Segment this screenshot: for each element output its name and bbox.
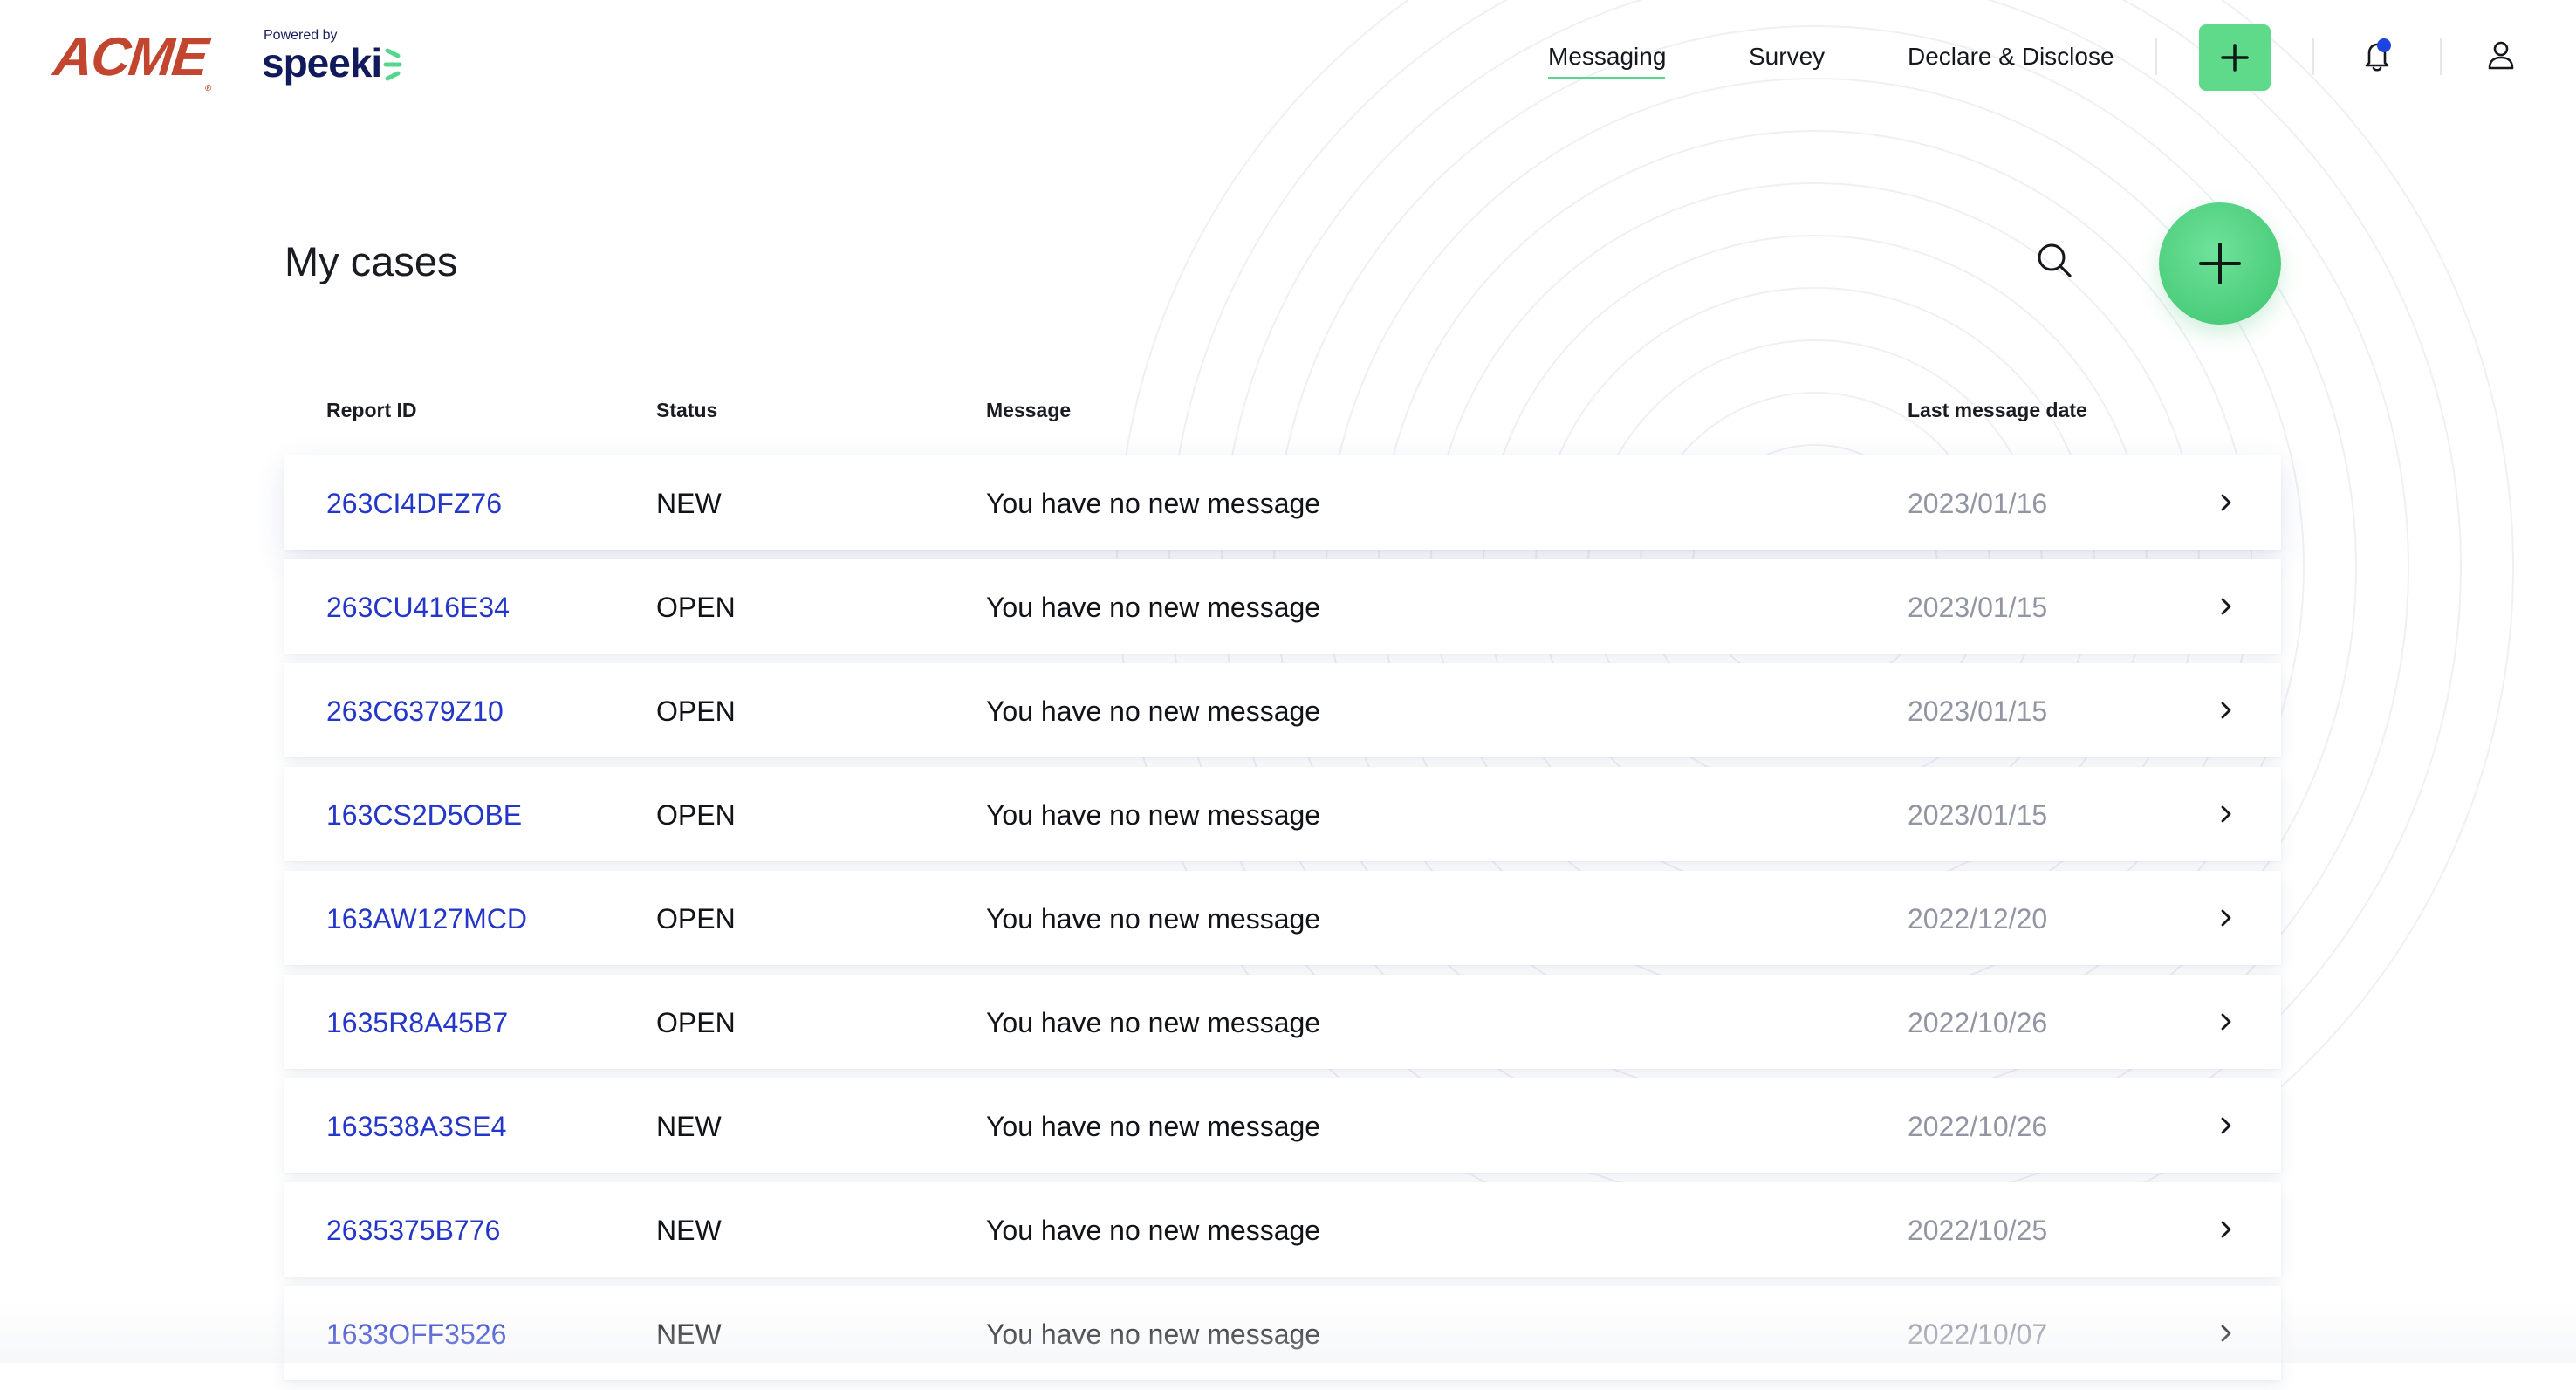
top-header: ACME® Powered by speeki Messaging Survey…	[0, 0, 2576, 122]
chevron-right-icon[interactable]	[2215, 698, 2237, 722]
status-text: OPEN	[656, 1007, 736, 1038]
status-text: NEW	[656, 1111, 722, 1142]
chevron-right-icon[interactable]	[2215, 1217, 2237, 1242]
message-text: You have no new message	[986, 488, 1321, 519]
last-message-date: 2023/01/16	[1908, 488, 2048, 519]
search-icon[interactable]	[2033, 239, 2077, 283]
message-text: You have no new message	[986, 592, 1321, 623]
chevron-right-icon[interactable]	[2215, 1321, 2237, 1345]
chevron-right-icon[interactable]	[2215, 1010, 2237, 1034]
last-message-date: 2022/10/25	[1908, 1215, 2048, 1246]
column-header-report-id: Report ID	[326, 399, 417, 421]
notification-dot	[2377, 38, 2391, 52]
status-text: OPEN	[656, 903, 736, 935]
nav-survey[interactable]: Survey	[1749, 42, 1825, 72]
nav-divider	[2440, 38, 2442, 75]
message-text: You have no new message	[986, 1215, 1321, 1246]
last-message-date: 2022/10/26	[1908, 1111, 2048, 1142]
message-text: You have no new message	[986, 1111, 1321, 1142]
report-id-link[interactable]: 163CS2D5OBE	[326, 798, 522, 832]
table-row[interactable]: 263CI4DFZ76 NEW You have no new message …	[284, 455, 2281, 550]
table-row[interactable]: 1635R8A45B7 OPEN You have no new message…	[284, 975, 2281, 1069]
speeki-logo-mark-icon	[383, 48, 402, 81]
table-row[interactable]: 1633OFF3526 NEW You have no new message …	[284, 1286, 2281, 1380]
user-icon[interactable]	[2485, 38, 2517, 73]
status-text: OPEN	[656, 592, 736, 623]
report-id-link[interactable]: 263C6379Z10	[326, 695, 504, 728]
chevron-right-icon[interactable]	[2215, 906, 2237, 930]
table-row[interactable]: 163538A3SE4 NEW You have no new message …	[284, 1078, 2281, 1173]
message-text: You have no new message	[986, 903, 1321, 935]
last-message-date: 2022/12/20	[1908, 903, 2048, 935]
table-row[interactable]: 263CU416E34 OPEN You have no new message…	[284, 559, 2281, 654]
speeki-logo: speeki	[262, 40, 382, 86]
table-row[interactable]: 2635375B776 NEW You have no new message …	[284, 1182, 2281, 1277]
report-id-link[interactable]: 1635R8A45B7	[326, 1006, 508, 1039]
column-header-last-message-date: Last message date	[1908, 399, 2087, 421]
report-id-link[interactable]: 163AW127MCD	[326, 902, 527, 935]
nav-active-underline	[1548, 77, 1665, 79]
new-case-button[interactable]	[2159, 202, 2281, 325]
acme-logo[interactable]: ACME®	[51, 27, 216, 93]
report-id-link[interactable]: 2635375B776	[326, 1214, 500, 1247]
column-header-status: Status	[656, 399, 718, 421]
report-id-link[interactable]: 263CI4DFZ76	[326, 487, 502, 520]
table-row[interactable]: 263C6379Z10 OPEN You have no new message…	[284, 663, 2281, 757]
plus-icon	[2221, 44, 2249, 72]
report-id-link[interactable]: 1633OFF3526	[326, 1318, 506, 1351]
status-text: OPEN	[656, 799, 736, 831]
nav-declare-disclose[interactable]: Declare & Disclose	[1908, 42, 2114, 72]
last-message-date: 2022/10/26	[1908, 1007, 2048, 1038]
header-add-button[interactable]	[2199, 24, 2271, 91]
table-row[interactable]: 163AW127MCD OPEN You have no new message…	[284, 871, 2281, 965]
column-header-message: Message	[986, 399, 1072, 421]
nav-divider	[2312, 38, 2314, 75]
status-text: OPEN	[656, 695, 736, 727]
last-message-date: 2023/01/15	[1908, 799, 2048, 831]
page-title: My cases	[284, 238, 458, 284]
last-message-date: 2022/10/07	[1908, 1318, 2048, 1350]
acme-logo-text: ACME	[51, 27, 210, 87]
status-text: NEW	[656, 488, 722, 519]
message-text: You have no new message	[986, 799, 1321, 831]
chevron-right-icon[interactable]	[2215, 594, 2237, 619]
registered-mark: ®	[204, 84, 210, 93]
report-id-link[interactable]: 163538A3SE4	[326, 1110, 506, 1143]
message-text: You have no new message	[986, 1007, 1321, 1038]
status-text: NEW	[656, 1318, 722, 1350]
report-id-link[interactable]: 263CU416E34	[326, 591, 510, 624]
last-message-date: 2023/01/15	[1908, 592, 2048, 623]
last-message-date: 2023/01/15	[1908, 695, 2048, 727]
plus-icon	[2199, 243, 2241, 284]
nav-messaging[interactable]: Messaging	[1548, 42, 1666, 72]
message-text: You have no new message	[986, 695, 1321, 727]
message-text: You have no new message	[986, 1318, 1321, 1350]
chevron-right-icon[interactable]	[2215, 490, 2237, 515]
chevron-right-icon[interactable]	[2215, 1113, 2237, 1138]
status-text: NEW	[656, 1215, 722, 1246]
table-row[interactable]: 163CS2D5OBE OPEN You have no new message…	[284, 767, 2281, 861]
chevron-right-icon[interactable]	[2215, 802, 2237, 826]
nav-divider	[2155, 38, 2157, 75]
cases-list: 263CI4DFZ76 NEW You have no new message …	[284, 455, 2281, 1390]
